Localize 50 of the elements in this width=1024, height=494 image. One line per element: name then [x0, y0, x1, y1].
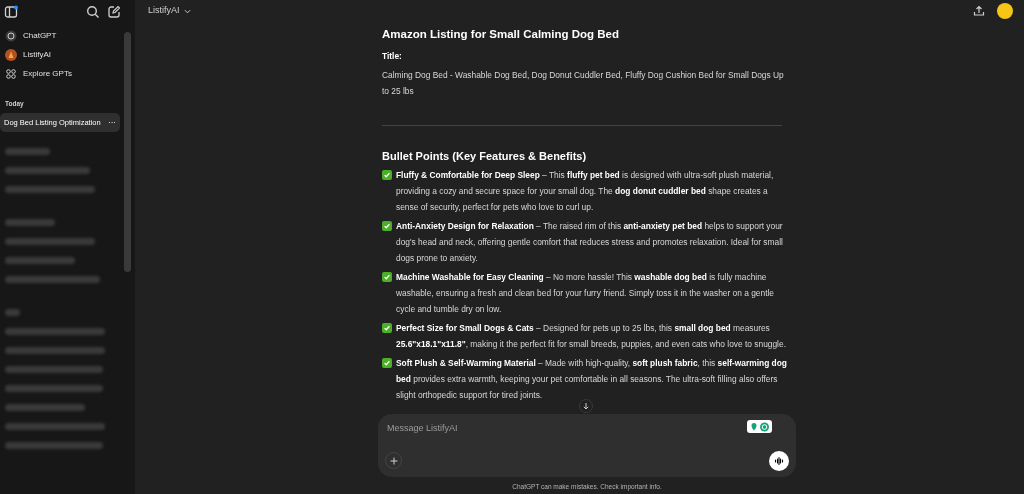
search-icon[interactable]	[86, 5, 100, 19]
bullet-text: Anti-Anxiety Design for Relaxation – The raised rim of this anti-anxiety pet bed helps to support your dog's head and neck, offering gentle comfort that reduces stress and promotes relaxation. Ideal for small dogs prone to anxiety.	[396, 220, 784, 265]
new-chat-icon[interactable]	[107, 5, 121, 19]
blurred-chat-item[interactable]	[5, 442, 103, 449]
check-icon	[382, 358, 392, 368]
check-icon	[382, 170, 392, 180]
chatgpt-logo-icon	[5, 29, 17, 42]
blurred-chat-item[interactable]	[5, 167, 90, 174]
check-icon	[382, 221, 392, 231]
blurred-chat-item[interactable]	[5, 366, 103, 373]
arrow-down-icon	[582, 402, 590, 410]
title-label: Title:	[382, 50, 403, 63]
sidebar-toggle-icon[interactable]	[4, 5, 18, 19]
blurred-chat-item[interactable]	[5, 404, 85, 411]
blurred-chat-item[interactable]	[5, 276, 100, 283]
model-selector[interactable]: ListifyAI	[148, 4, 191, 18]
blurred-chat-item[interactable]	[5, 238, 95, 245]
blurred-chat-item[interactable]	[5, 309, 20, 316]
blurred-chat-item[interactable]	[5, 347, 105, 354]
chevron-down-icon	[183, 7, 191, 15]
waveform-icon	[774, 456, 784, 466]
blurred-chat-item[interactable]	[5, 328, 105, 335]
bullet-text: Perfect Size for Small Dogs & Cats – Designed for pets up to 25 lbs, this small dog bed measures 25.6"x18.1"x11.8", making it the perfect fit for small breeds, puppies, and even cats who love to snuggle.	[396, 322, 787, 351]
message-input[interactable]: Message ListifyAI	[387, 421, 737, 435]
title-text: Calming Dog Bed - Washable Dog Bed, Dog Donut Cuddler Bed, Fluffy Dog Cushion Bed for Small Dogs Up to 25 lbs	[382, 69, 785, 98]
message-heading: Amazon Listing for Small Calming Dog Bed	[382, 27, 621, 42]
scrollbar[interactable]	[124, 32, 131, 272]
bullet-text: Fluffy & Comfortable for Deep Sleep – This fluffy pet bed is designed with ultra-soft plush material, providing a cozy and secure space for your small dog. The dog donut cuddler bed shape creates a sense of security, perfect for pets who love to curl up.	[396, 169, 775, 214]
extension-icon[interactable]	[747, 420, 772, 433]
scroll-down-button[interactable]	[579, 399, 593, 413]
plus-icon	[389, 456, 398, 465]
bullet-text: Machine Washable for Easy Cleaning – No more hassle! This washable dog bed is fully machine washable, ensuring a fresh and clean bed for your furry friend. Simply toss it in the washer on a gentle cycle and tumble dry on low.	[396, 271, 775, 316]
voice-button[interactable]	[769, 451, 789, 471]
blurred-chat-item[interactable]	[5, 423, 105, 430]
more-options-icon[interactable]: ···	[108, 116, 116, 129]
gpt-avatar-icon	[5, 48, 17, 61]
sidebar-item[interactable]: ChatGPT	[0, 26, 120, 45]
sidebar-item[interactable]: ListifyAI	[0, 45, 120, 64]
blurred-chat-item[interactable]	[5, 186, 95, 193]
sidebar-item[interactable]: Explore GPTs	[0, 64, 120, 83]
check-icon	[382, 323, 392, 333]
share-icon[interactable]	[973, 5, 985, 17]
check-icon	[382, 272, 392, 282]
section-heading: Bullet Points (Key Features & Benefits)	[382, 149, 588, 164]
blurred-chat-item[interactable]	[5, 148, 50, 155]
blurred-chat-item[interactable]	[5, 219, 55, 226]
bullet-text: Soft Plush & Self-Warming Material – Made with high-quality, soft plush fabric, this self-warming dog bed provides extra warmth, keeping your pet comfortable in all seasons. The ultra-soft filling also offers slight orthopedic support for tired joints.	[396, 357, 787, 402]
blurred-chat-item[interactable]	[5, 385, 103, 392]
avatar[interactable]	[997, 3, 1013, 19]
blurred-chat-item[interactable]	[5, 257, 75, 264]
